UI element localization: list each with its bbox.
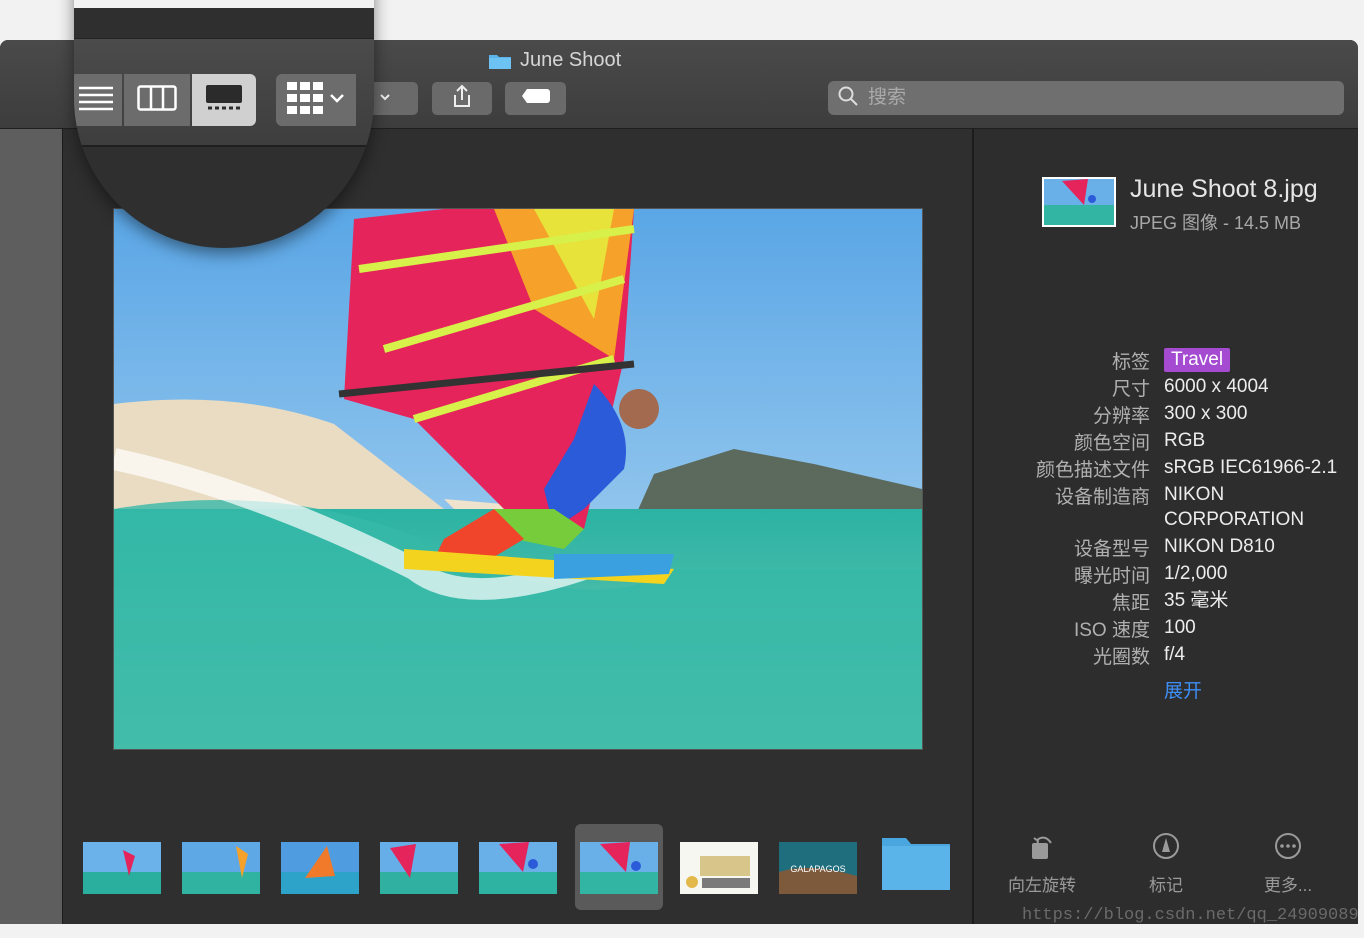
file-name: June Shoot 8.jpg xyxy=(1130,175,1318,203)
thumbnail[interactable] xyxy=(281,842,359,894)
rotate-left-icon xyxy=(992,829,1092,863)
list-view-icon xyxy=(79,85,113,116)
rotate-left-button[interactable]: 向左旋转 xyxy=(992,829,1092,896)
thumbnail[interactable] xyxy=(680,842,758,894)
chevron-down-icon xyxy=(329,91,345,109)
gallery-view: GALAPAGOS xyxy=(63,129,972,924)
folder-thumbnail[interactable] xyxy=(880,834,952,894)
chevron-down-icon xyxy=(376,90,392,108)
metadata-value: 100 xyxy=(1164,617,1196,638)
expand-link[interactable]: 展开 xyxy=(1164,676,1202,703)
tag-icon xyxy=(521,88,551,109)
metadata-row: 颜色空间 RGB xyxy=(974,428,1358,455)
metadata-row: 颜色描述文件 sRGB IEC61966-2.1 xyxy=(974,455,1358,482)
metadata-key: 标签 xyxy=(1111,352,1150,373)
metadata-value: 1/2,000 xyxy=(1164,563,1228,584)
thumbnail[interactable] xyxy=(83,842,161,894)
metadata-value: NIKON D810 xyxy=(1164,536,1275,557)
gallery-view-icon xyxy=(205,84,243,117)
column-view-icon xyxy=(137,84,177,116)
metadata-row: 设备型号 NIKON D810 xyxy=(974,534,1358,561)
more-label: 更多... xyxy=(1263,876,1313,895)
magnifier-background xyxy=(74,0,374,8)
metadata-value: Travel xyxy=(1164,347,1231,372)
metadata-row-tags: 标签 Travel xyxy=(974,347,1358,374)
rotate-left-label: 向左旋转 xyxy=(1008,876,1076,895)
quick-actions: 向左旋转 标记 更多... xyxy=(974,829,1358,909)
metadata-key: 焦距 xyxy=(1111,593,1150,614)
tag-button[interactable] xyxy=(505,82,566,115)
metadata-row: 光圈数 f/4 xyxy=(974,642,1358,669)
group-button[interactable] xyxy=(276,74,356,126)
metadata-key: ISO 速度 xyxy=(1073,620,1150,641)
thumbnail-selected[interactable] xyxy=(580,842,658,894)
thumbnail[interactable] xyxy=(380,842,458,894)
inspector-panel: June Shoot 8.jpg JPEG 图像 - 14.5 MB 标签 Tr… xyxy=(974,129,1358,924)
metadata-key: 分辨率 xyxy=(1092,406,1150,427)
tag-travel[interactable]: Travel xyxy=(1164,348,1231,372)
gallery-view-button[interactable] xyxy=(192,74,256,126)
metadata-row-continued: CORPORATION xyxy=(974,507,1358,534)
share-icon xyxy=(451,84,473,113)
metadata-value: 300 x 300 xyxy=(1164,403,1248,424)
metadata-value: f/4 xyxy=(1164,644,1186,665)
window-title-text: June Shoot xyxy=(520,48,622,71)
metadata-key: 尺寸 xyxy=(1111,379,1150,400)
thumbnail-strip: GALAPAGOS xyxy=(83,824,963,910)
sidebar xyxy=(0,129,63,924)
markup-button[interactable]: 标记 xyxy=(1116,829,1216,896)
grid-icon xyxy=(287,81,323,119)
metadata-row: 分辨率 300 x 300 xyxy=(974,401,1358,428)
search-icon xyxy=(838,86,858,111)
metadata-row: ISO 速度 100 xyxy=(974,615,1358,642)
metadata-row: 焦距 35 毫米 xyxy=(974,588,1358,615)
metadata-value: 6000 x 4004 xyxy=(1164,376,1269,397)
metadata-row: 尺寸 6000 x 4004 xyxy=(974,374,1358,401)
metadata-key: 光圈数 xyxy=(1092,647,1150,668)
list-view-button[interactable] xyxy=(74,74,122,126)
metadata-key: 设备制造商 xyxy=(1054,487,1150,508)
metadata-key: 设备型号 xyxy=(1073,539,1150,560)
metadata-row: 设备制造商 NIKON xyxy=(974,482,1358,509)
thumbnail-galapagos[interactable]: GALAPAGOS xyxy=(779,842,857,894)
metadata-value: sRGB IEC61966-2.1 xyxy=(1164,457,1338,478)
more-icon xyxy=(1238,829,1338,863)
metadata-key: 颜色空间 xyxy=(1073,433,1150,454)
file-type-size: JPEG 图像 - 14.5 MB xyxy=(1130,213,1302,233)
markup-icon xyxy=(1116,829,1216,863)
file-header: June Shoot 8.jpg JPEG 图像 - 14.5 MB xyxy=(1042,175,1352,235)
main-preview-image xyxy=(113,208,923,750)
metadata-value: RGB xyxy=(1164,430,1206,451)
thumbnail[interactable] xyxy=(182,842,260,894)
metadata-value: CORPORATION xyxy=(1164,509,1305,530)
search-field[interactable] xyxy=(828,81,1344,115)
share-button[interactable] xyxy=(432,82,492,115)
metadata-value: 35 毫米 xyxy=(1164,590,1229,611)
more-button[interactable]: 更多... xyxy=(1238,829,1338,896)
markup-label: 标记 xyxy=(1149,876,1183,895)
folder-icon xyxy=(488,52,512,69)
file-thumbnail xyxy=(1042,177,1116,227)
galapagos-label: GALAPAGOS xyxy=(790,864,845,874)
metadata-row: 曝光时间 1/2,000 xyxy=(974,561,1358,588)
search-input[interactable] xyxy=(866,86,1310,110)
watermark: https://blog.csdn.net/qq_24909089 xyxy=(1022,906,1359,925)
thumbnail[interactable] xyxy=(479,842,557,894)
metadata-key: 颜色描述文件 xyxy=(1035,460,1150,481)
window-title: June Shoot xyxy=(488,48,621,72)
metadata-key: 曝光时间 xyxy=(1073,566,1150,587)
column-view-button[interactable] xyxy=(124,74,190,126)
folder-icon xyxy=(880,838,952,894)
metadata-value: NIKON xyxy=(1164,484,1225,505)
